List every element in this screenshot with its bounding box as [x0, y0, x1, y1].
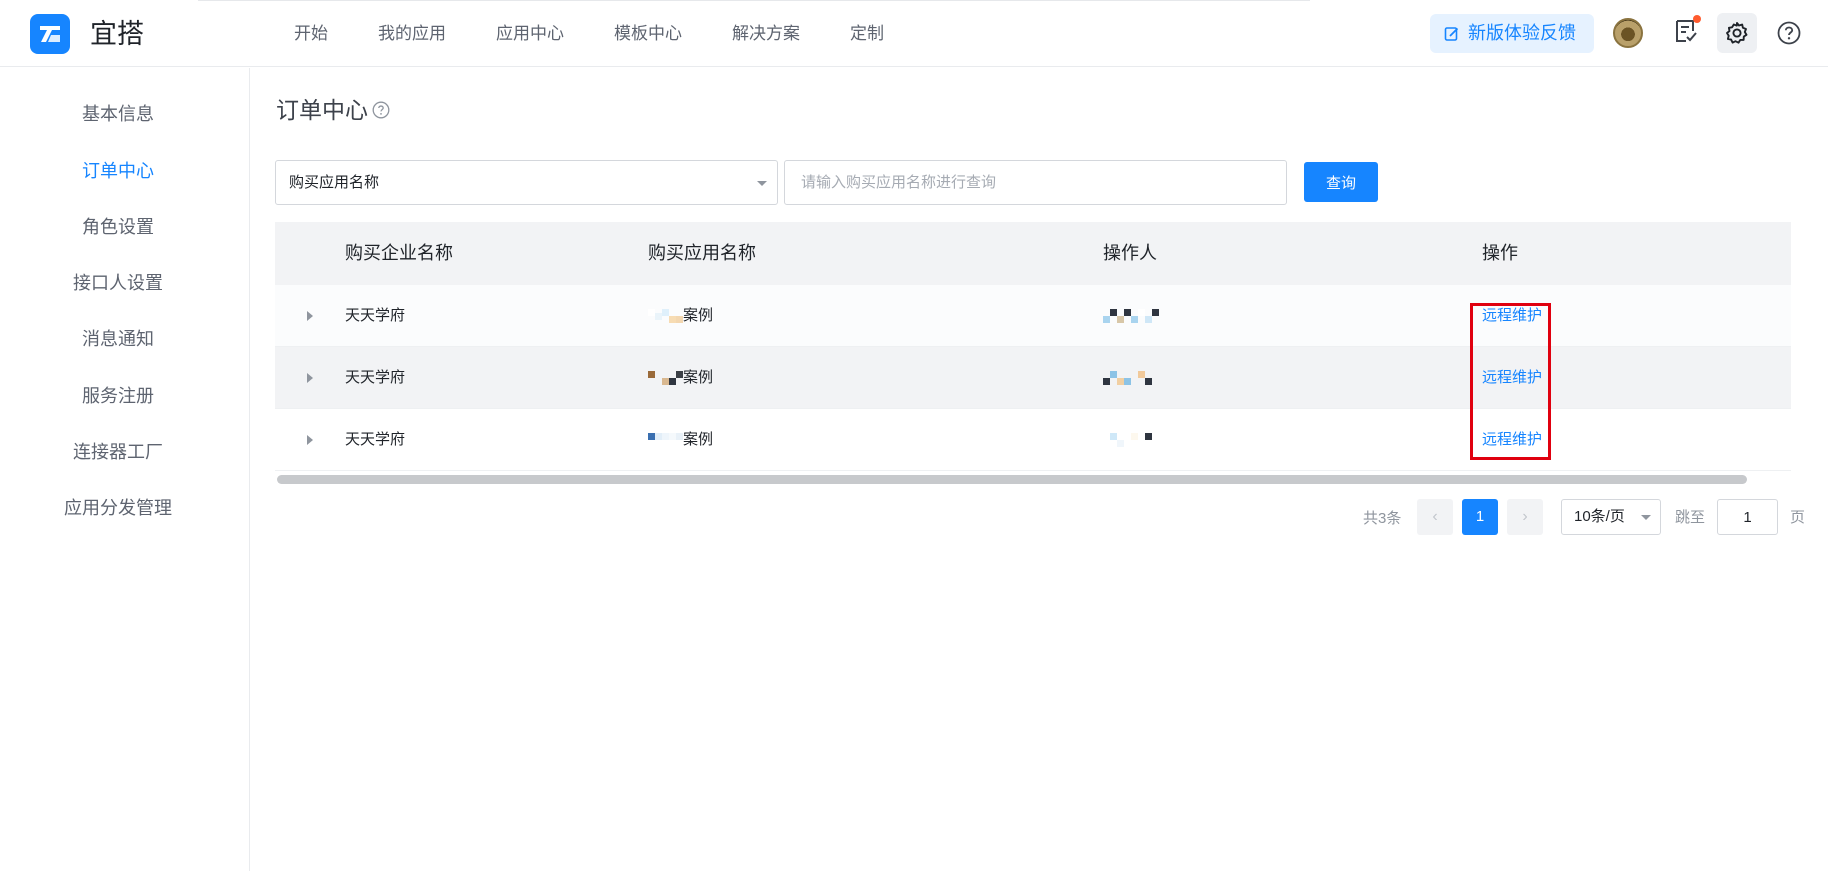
sidebar-item-order-center[interactable]: 订单中心 — [0, 158, 236, 184]
pagination-total: 共3条 — [1363, 510, 1402, 527]
remote-maintenance-link[interactable]: 远程维护 — [1482, 409, 1542, 471]
redacted-mosaic — [648, 433, 683, 447]
sidebar-item-contact-settings[interactable]: 接口人设置 — [0, 270, 236, 296]
company-name: 天天学府 — [345, 431, 406, 448]
page-title: 订单中心 — [276, 97, 368, 123]
edit-icon — [1444, 26, 1459, 41]
column-header-app: 购买应用名称 — [648, 243, 756, 263]
operator-name — [1103, 285, 1159, 347]
sidebar-item-role-settings[interactable]: 角色设置 — [0, 214, 236, 240]
column-header-company: 购买企业名称 — [345, 243, 453, 263]
company-name: 天天学府 — [345, 369, 406, 386]
page-size-value: 10条/页 — [1574, 508, 1625, 525]
sidebar: 基本信息 订单中心 角色设置 接口人设置 消息通知 服务注册 连接器工厂 应用分… — [0, 68, 250, 871]
caret-down-icon — [757, 181, 767, 186]
table-header: 购买企业名称 购买应用名称 操作人 操作 — [275, 222, 1791, 285]
jump-page-input[interactable] — [1717, 499, 1778, 535]
app-name: 案例 — [648, 409, 713, 471]
nav-custom[interactable]: 定制 — [850, 20, 884, 48]
user-avatar[interactable] — [1613, 18, 1643, 48]
jump-page-unit: 页 — [1790, 509, 1806, 526]
sidebar-item-app-distribution[interactable]: 应用分发管理 — [0, 495, 236, 521]
nav-start[interactable]: 开始 — [294, 20, 328, 48]
search-field-selected: 购买应用名称 — [289, 174, 380, 191]
feedback-label: 新版体验反馈 — [1468, 23, 1576, 43]
table-row: 天天学府 案例 远程维护 — [275, 347, 1791, 409]
expand-row-icon[interactable] — [307, 435, 313, 445]
search-input[interactable] — [784, 160, 1287, 205]
column-header-action: 操作 — [1482, 243, 1518, 263]
table-row: 天天学府 案例 远程维护 — [275, 409, 1791, 471]
sidebar-item-service-registration[interactable]: 服务注册 — [0, 383, 236, 409]
page-size-select[interactable]: 10条/页 — [1561, 499, 1661, 535]
redacted-mosaic — [1103, 433, 1152, 448]
caret-down-icon — [1641, 515, 1651, 520]
operator-name — [1103, 347, 1152, 409]
app-name-suffix: 案例 — [683, 369, 714, 386]
redacted-mosaic — [1103, 309, 1159, 324]
nav-app-center[interactable]: 应用中心 — [496, 20, 564, 48]
sidebar-item-notifications[interactable]: 消息通知 — [0, 326, 236, 352]
query-button[interactable]: 查询 — [1304, 162, 1378, 202]
feedback-button[interactable]: 新版体验反馈 — [1430, 14, 1594, 53]
orders-table: 购买企业名称 购买应用名称 操作人 操作 天天学府 案例 远程维护 天天学府 案… — [275, 222, 1791, 471]
expand-row-icon[interactable] — [307, 373, 313, 383]
settings-button[interactable] — [1717, 13, 1757, 53]
nav-template-center[interactable]: 模板中心 — [614, 20, 682, 48]
prev-page-button[interactable]: ‹ — [1417, 499, 1453, 535]
sidebar-item-basic-info[interactable]: 基本信息 — [0, 101, 236, 127]
table-row: 天天学府 案例 远程维护 — [275, 285, 1791, 347]
app-name-suffix: 案例 — [683, 431, 714, 448]
notification-dot — [1693, 15, 1701, 23]
top-navigation-bar: 宜搭 开始 我的应用 应用中心 模板中心 解决方案 定制 新版体验反馈 — [0, 0, 1828, 67]
horizontal-scrollbar[interactable] — [277, 475, 1747, 484]
question-icon[interactable] — [372, 101, 390, 119]
sidebar-item-connector-factory[interactable]: 连接器工厂 — [0, 439, 236, 465]
redacted-mosaic — [648, 371, 683, 386]
yida-logo-icon[interactable] — [30, 14, 70, 54]
jump-to-label: 跳至 — [1675, 509, 1706, 526]
app-name-suffix: 案例 — [683, 307, 714, 324]
nav-my-apps[interactable]: 我的应用 — [378, 20, 446, 48]
top-divider — [198, 0, 1310, 1]
operator-name — [1103, 409, 1152, 471]
remote-maintenance-link[interactable]: 远程维护 — [1482, 347, 1542, 409]
help-icon[interactable] — [1777, 21, 1801, 45]
search-field-select[interactable]: 购买应用名称 — [275, 160, 778, 205]
app-name: 案例 — [648, 347, 713, 409]
nav-solutions[interactable]: 解决方案 — [732, 20, 800, 48]
column-header-operator: 操作人 — [1103, 243, 1157, 263]
next-page-button[interactable]: › — [1507, 499, 1543, 535]
app-name: 案例 — [648, 285, 713, 347]
main-nav: 开始 我的应用 应用中心 模板中心 解决方案 定制 — [294, 20, 934, 48]
expand-row-icon[interactable] — [307, 311, 313, 321]
remote-maintenance-link[interactable]: 远程维护 — [1482, 285, 1542, 347]
redacted-mosaic — [1103, 371, 1152, 386]
page-1-button[interactable]: 1 — [1462, 499, 1498, 535]
gear-icon — [1726, 22, 1748, 44]
company-name: 天天学府 — [345, 307, 406, 324]
redacted-mosaic — [648, 309, 683, 324]
brand-name: 宜搭 — [90, 19, 144, 49]
